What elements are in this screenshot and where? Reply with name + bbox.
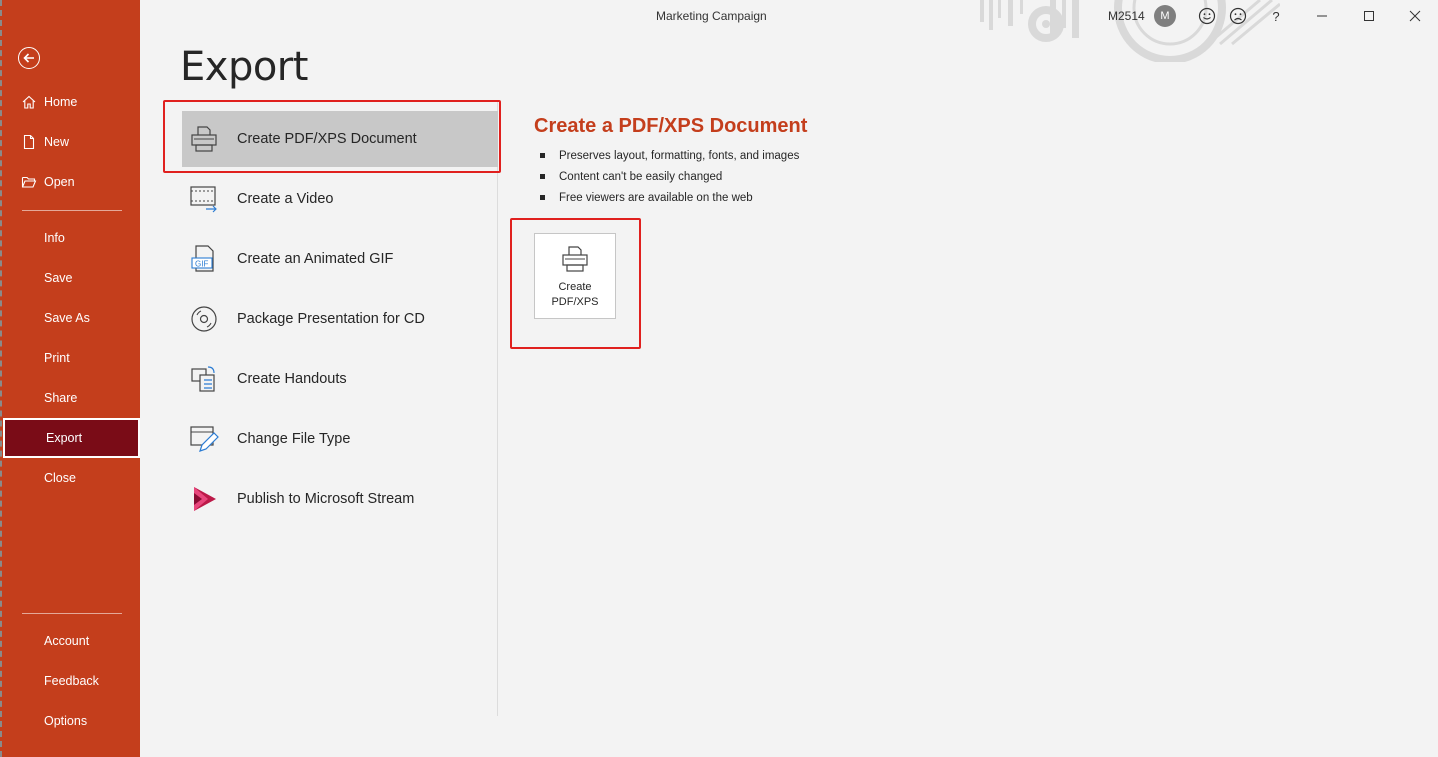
sidebar-item-label: Home [44, 95, 78, 109]
pdf-printer-icon [562, 246, 588, 272]
option-package-cd[interactable]: Package Presentation for CD [182, 291, 498, 347]
sidebar-item-label: Save [44, 271, 73, 285]
smile-icon[interactable] [1197, 6, 1217, 26]
option-label: Create PDF/XPS Document [237, 131, 417, 147]
sidebar-item-share[interactable]: Share [2, 378, 140, 418]
backstage-sidebar: Home New Open Info Save Save As Print Sh… [0, 0, 140, 757]
sidebar-item-label: Export [46, 431, 83, 445]
help-icon[interactable]: ? [1266, 6, 1286, 26]
option-label: Publish to Microsoft Stream [237, 491, 415, 507]
sidebar-item-label: New [44, 135, 70, 149]
sidebar-item-save-as[interactable]: Save As [2, 298, 140, 338]
sidebar-item-account[interactable]: Account [2, 621, 140, 661]
sidebar-item-label: Save As [44, 311, 90, 325]
create-button-label: Create PDF/XPS [540, 280, 610, 310]
sidebar-divider [22, 613, 122, 614]
sidebar-item-options[interactable]: Options [2, 701, 140, 741]
sidebar-item-home[interactable]: Home [2, 82, 140, 122]
export-options-list: Create PDF/XPS Document Create a Video G… [164, 100, 498, 716]
cd-icon [188, 303, 220, 335]
sidebar-item-label: Print [44, 351, 70, 365]
home-icon [21, 94, 37, 110]
sidebar-item-print[interactable]: Print [2, 338, 140, 378]
close-icon[interactable] [1405, 6, 1425, 26]
title-bar: Marketing Campaign M2514 M ? [140, 0, 1438, 62]
option-publish-stream[interactable]: Publish to Microsoft Stream [182, 471, 498, 527]
sidebar-item-info[interactable]: Info [2, 218, 140, 258]
arrow-left-icon [23, 53, 34, 63]
sidebar-item-export[interactable]: Export [3, 418, 140, 458]
change-file-type-icon [188, 423, 220, 455]
sidebar-item-label: Feedback [44, 674, 99, 688]
minimize-icon[interactable] [1312, 6, 1332, 26]
create-pdf-xps-button[interactable]: Create PDF/XPS [534, 233, 616, 319]
sidebar-item-label: Open [44, 175, 75, 189]
list-item: Content can't be easily changed [540, 166, 799, 187]
folder-open-icon [21, 174, 37, 190]
page-title: Export [180, 44, 308, 90]
create-button-line2: PDF/XPS [551, 296, 599, 308]
svg-text:GIF: GIF [195, 260, 208, 269]
frown-icon[interactable] [1228, 6, 1248, 26]
sidebar-divider [22, 210, 122, 211]
back-button[interactable] [18, 47, 40, 69]
sidebar-item-feedback[interactable]: Feedback [2, 661, 140, 701]
option-label: Change File Type [237, 431, 351, 447]
sidebar-item-label: Close [44, 471, 76, 485]
option-label: Create a Video [237, 191, 334, 207]
option-change-file-type[interactable]: Change File Type [182, 411, 498, 467]
sidebar-item-label: Account [44, 634, 90, 648]
option-label: Create Handouts [237, 371, 347, 387]
option-create-handouts[interactable]: Create Handouts [182, 351, 498, 407]
feature-list: Preserves layout, formatting, fonts, and… [540, 145, 799, 208]
gif-icon: GIF [188, 243, 220, 275]
sidebar-item-label: Info [44, 231, 65, 245]
pdf-printer-icon [188, 123, 220, 155]
user-name: M2514 [1108, 9, 1145, 23]
option-create-gif[interactable]: GIF Create an Animated GIF [182, 231, 498, 287]
document-title: Marketing Campaign [656, 9, 767, 23]
list-item: Free viewers are available on the web [540, 187, 799, 208]
stream-icon [188, 483, 220, 515]
sidebar-item-save[interactable]: Save [2, 258, 140, 298]
new-document-icon [21, 134, 37, 150]
sidebar-item-label: Share [44, 391, 78, 405]
list-item: Preserves layout, formatting, fonts, and… [540, 145, 799, 166]
sidebar-item-label: Options [44, 714, 88, 728]
create-button-line1: Create [558, 281, 592, 293]
handouts-icon [188, 363, 220, 395]
sidebar-item-close[interactable]: Close [2, 458, 140, 498]
detail-heading: Create a PDF/XPS Document [534, 115, 808, 137]
option-create-video[interactable]: Create a Video [182, 171, 498, 227]
option-label: Create an Animated GIF [237, 251, 394, 267]
option-create-pdf-xps[interactable]: Create PDF/XPS Document [182, 111, 498, 167]
maximize-icon[interactable] [1359, 6, 1379, 26]
option-label: Package Presentation for CD [237, 311, 425, 327]
sidebar-item-new[interactable]: New [2, 122, 140, 162]
video-icon [188, 183, 220, 215]
sidebar-item-open[interactable]: Open [2, 162, 140, 202]
avatar[interactable]: M [1154, 5, 1176, 27]
